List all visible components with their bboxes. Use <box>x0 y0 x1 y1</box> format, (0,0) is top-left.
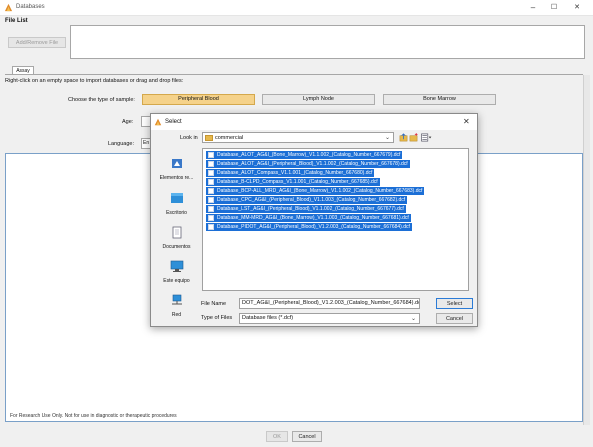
chevron-down-icon: ⌄ <box>410 316 416 322</box>
dialog-close-button[interactable]: ✕ <box>463 117 470 126</box>
sample-option-lymph-node[interactable]: Lymph Node <box>262 94 375 105</box>
file-name-label: File Name <box>201 301 227 307</box>
file-item[interactable]: Database_CPC_AG&I_(Peripheral_Blood)_V1.… <box>206 196 408 204</box>
dialog-title: Select <box>165 119 182 125</box>
file-item[interactable]: Database_ALOT_AG&I_(Bone_Marrow)_V1.1.00… <box>206 151 403 159</box>
place-desktop[interactable]: Escritorio <box>154 192 199 216</box>
file-item-label: Database_CPC_AG&I_(Peripheral_Blood)_V1.… <box>217 197 406 203</box>
place-documents-label: Documentos <box>162 244 191 250</box>
file-icon <box>208 152 214 158</box>
ok-button[interactable]: OK <box>266 431 288 442</box>
file-icon <box>208 179 214 185</box>
file-icon <box>208 170 214 176</box>
place-recent[interactable]: Elementos re... <box>154 157 199 181</box>
place-network[interactable]: Red <box>154 294 199 318</box>
look-in-label: Look in <box>180 135 198 141</box>
instructions-text: Right-click on an empty space to import … <box>5 78 184 84</box>
file-item[interactable]: Database_ALOT_AG&I_(Peripheral_Blood)_V1… <box>206 160 410 168</box>
place-this-pc[interactable]: Este equipo <box>154 260 199 284</box>
file-item-label: Database_BCP-ALL_MRD_AG&I_(Bone_Marrow)_… <box>217 188 423 194</box>
chevron-down-icon: ⌄ <box>384 135 390 141</box>
folder-icon <box>205 135 213 141</box>
tab-divider <box>5 74 583 75</box>
place-this-pc-label: Este equipo <box>163 278 190 284</box>
window-titlebar: Databases – ☐ ✕ <box>0 0 593 16</box>
add-remove-file-button[interactable]: Add/Remove File <box>8 37 66 48</box>
file-item[interactable]: Database_B-CLPD_Compass_V1.1.001_(Catalo… <box>206 178 380 186</box>
place-desktop-label: Escritorio <box>166 210 187 216</box>
documents-icon <box>172 226 181 239</box>
file-list-box[interactable] <box>70 25 585 59</box>
dialog-cancel-button[interactable]: Cancel <box>436 313 473 324</box>
sample-option-bone-marrow[interactable]: Bone Marrow <box>383 94 496 105</box>
select-button[interactable]: Select <box>436 298 473 309</box>
file-icon <box>208 206 214 212</box>
file-item-label: Database_ALOT_AG&I_(Bone_Marrow)_V1.1.00… <box>217 152 401 158</box>
view-menu-icon[interactable] <box>420 133 432 142</box>
cancel-button[interactable]: Cancel <box>292 431 322 442</box>
up-folder-icon[interactable] <box>399 133 408 142</box>
vertical-scrollbar[interactable] <box>583 75 590 425</box>
network-icon <box>171 294 182 305</box>
select-file-dialog: Select ✕ Look in commercial ⌄ Elementos … <box>150 113 478 327</box>
app-logo-icon <box>154 118 162 126</box>
file-type-value: Database files (*.dcf) <box>242 315 294 321</box>
research-use-note: For Research Use Only. Not for use in di… <box>10 413 177 419</box>
file-item-label: Database_ALOT_AG&I_(Peripheral_Blood)_V1… <box>217 161 408 167</box>
file-name-input[interactable]: DOT_AG&I_(Peripheral_Blood)_V1.2.003_(Ca… <box>239 298 420 309</box>
file-type-label: Type of Files <box>201 315 233 321</box>
file-item[interactable]: Database_BCP-ALL_MRD_AG&I_(Bone_Marrow)_… <box>206 187 425 195</box>
file-item-label: Database_B-CLPD_Compass_V1.1.001_(Catalo… <box>217 179 378 185</box>
place-network-label: Red <box>171 312 182 318</box>
window-title: Databases <box>16 4 45 10</box>
file-icon <box>208 197 214 203</box>
recent-items-icon <box>171 159 182 168</box>
file-icon <box>208 215 214 221</box>
maximize-button[interactable]: ☐ <box>544 2 564 14</box>
language-label: Language: <box>108 141 134 147</box>
file-icon <box>208 188 214 194</box>
place-documents[interactable]: Documentos <box>154 226 199 250</box>
file-item-label: Database_MM-MRD_AG&I_(Bone_Marrow)_V1.1.… <box>217 215 409 221</box>
new-folder-icon[interactable] <box>409 133 418 142</box>
file-type-select[interactable]: Database files (*.dcf) ⌄ <box>239 313 420 324</box>
file-item[interactable]: Database_ALOT_Compass_V1.1.001_(Catalog_… <box>206 169 375 177</box>
close-window-button[interactable]: ✕ <box>567 2 587 14</box>
computer-icon <box>170 260 183 272</box>
sample-type-label: Choose the type of sample: <box>68 97 135 103</box>
places-bar: Elementos re... Escritorio Documentos Es… <box>154 149 199 319</box>
file-list-label: File List <box>5 18 28 24</box>
desktop-icon <box>170 193 183 203</box>
dialog-titlebar <box>151 114 477 130</box>
file-item[interactable]: Database_MM-MRD_AG&I_(Bone_Marrow)_V1.1.… <box>206 214 411 222</box>
look-in-value: commercial <box>215 135 244 141</box>
file-item-label: Database_LST_AG&I_(Peripheral_Blood)_V1.… <box>217 206 404 212</box>
file-item[interactable]: Database_LST_AG&I_(Peripheral_Blood)_V1.… <box>206 205 406 213</box>
file-item[interactable]: Database_PIDOT_AG&I_(Peripheral_Blood)_V… <box>206 223 412 231</box>
age-label: Age: <box>122 119 134 125</box>
look-in-select[interactable]: commercial ⌄ <box>202 132 394 143</box>
file-item-label: Database_PIDOT_AG&I_(Peripheral_Blood)_V… <box>217 224 410 230</box>
file-list[interactable]: Database_ALOT_AG&I_(Bone_Marrow)_V1.1.00… <box>202 148 469 291</box>
place-recent-label: Elementos re... <box>159 175 194 181</box>
sample-option-peripheral-blood[interactable]: Peripheral Blood <box>142 94 255 105</box>
file-icon <box>208 161 214 167</box>
file-icon <box>208 224 214 230</box>
minimize-button[interactable]: – <box>523 2 543 14</box>
file-item-label: Database_ALOT_Compass_V1.1.001_(Catalog_… <box>217 170 373 176</box>
app-logo-icon <box>4 3 13 12</box>
